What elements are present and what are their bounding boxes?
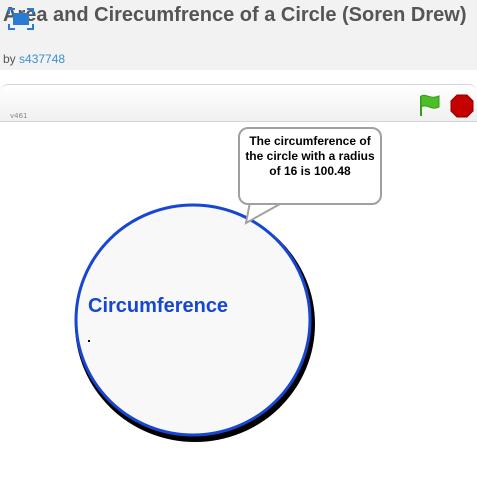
byline: by s437748 bbox=[3, 52, 65, 66]
pen-dot bbox=[88, 340, 90, 342]
fullscreen-button[interactable] bbox=[8, 8, 34, 30]
fullscreen-icon bbox=[8, 8, 34, 30]
circumference-label: Circumference bbox=[88, 295, 229, 317]
stop-button[interactable] bbox=[450, 94, 474, 118]
stop-sign-icon bbox=[450, 94, 474, 118]
author-link[interactable]: s437748 bbox=[19, 52, 65, 66]
green-flag-button[interactable] bbox=[418, 93, 442, 117]
green-flag-icon bbox=[420, 94, 440, 116]
project-title: Area and Cirecumfrence of a Circle (Sore… bbox=[3, 4, 467, 26]
byline-prefix: by bbox=[3, 52, 16, 66]
player-toolbar bbox=[0, 84, 477, 122]
project-header: Area and Cirecumfrence of a Circle (Sore… bbox=[0, 0, 477, 70]
speech-bubble: The circumference of the circle with a r… bbox=[238, 127, 382, 205]
circle-sprite[interactable] bbox=[70, 198, 320, 448]
version-label: v461 bbox=[10, 112, 28, 120]
